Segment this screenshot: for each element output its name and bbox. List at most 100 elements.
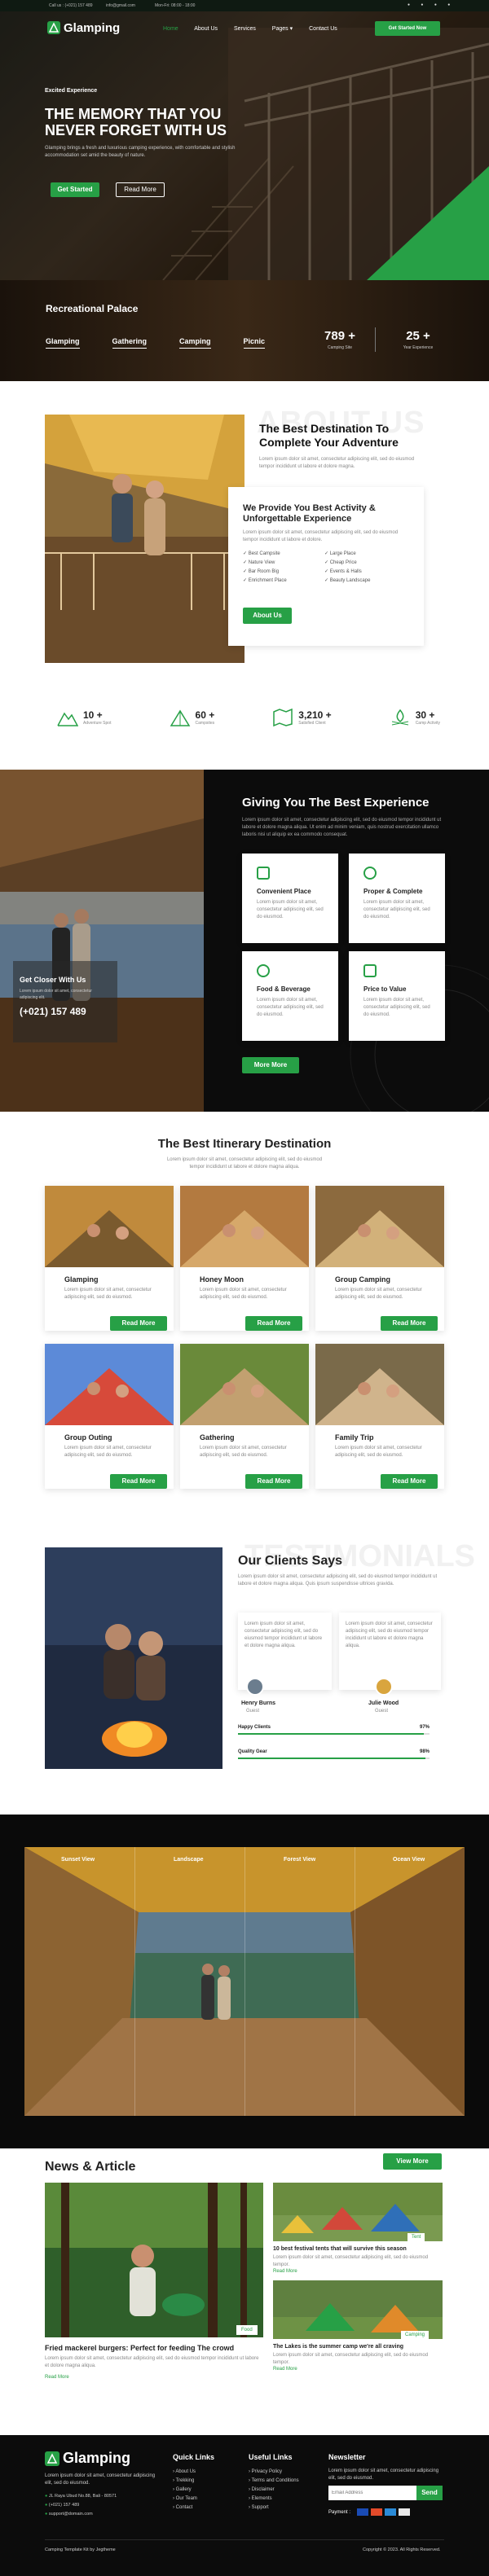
- news-read-more[interactable]: Read More: [273, 2269, 297, 2274]
- email-line[interactable]: ● support@domain.com: [45, 2510, 117, 2519]
- nav-pages[interactable]: Pages: [272, 26, 289, 32]
- itinerary-title[interactable]: Gathering: [200, 1432, 235, 1443]
- clients-image: [45, 1547, 222, 1769]
- nav-about[interactable]: About Us: [194, 26, 218, 32]
- stat-label: Year Experience: [403, 345, 434, 350]
- nav-menu: Home About Us Services Pages ▾ Contact Us: [163, 25, 337, 32]
- hero-kicker: Excited Experience: [45, 88, 98, 94]
- news-tag[interactable]: Camping: [401, 2331, 430, 2339]
- view-label[interactable]: Forest View: [284, 1857, 315, 1863]
- send-button[interactable]: Send: [416, 2486, 443, 2500]
- itinerary-card: Family Trip Lorem ipsum dolor sit amet, …: [315, 1344, 444, 1489]
- phone-line[interactable]: ● (+021) 157 489: [45, 2501, 117, 2510]
- reviewer-name: Julie Wood: [368, 1701, 399, 1706]
- news-tag[interactable]: Tent: [408, 2233, 425, 2241]
- read-more-button[interactable]: Read More: [116, 182, 165, 197]
- get-closer-phone[interactable]: (+021) 157 489: [20, 1006, 86, 1017]
- counter-label: Camp Activity: [415, 721, 440, 726]
- get-started-button[interactable]: Get Started: [51, 182, 99, 197]
- progress-fill: [238, 1758, 426, 1759]
- more-button[interactable]: More More: [242, 1057, 299, 1073]
- progress-happy: Happy Clients 97%: [238, 1725, 430, 1735]
- nav-home[interactable]: Home: [163, 26, 178, 32]
- progress-value: 98%: [419, 1749, 430, 1754]
- payment-label: Payment :: [328, 2510, 351, 2515]
- review-quote: Lorem ipsum dolor sit amet, consectetur …: [346, 1622, 433, 1648]
- read-more-button[interactable]: Read More: [381, 1316, 438, 1331]
- news-read-more[interactable]: Read More: [45, 2375, 69, 2380]
- nav-services[interactable]: Services: [234, 26, 256, 32]
- footer-link[interactable]: › Terms and Conditions: [249, 2477, 299, 2486]
- itinerary-title[interactable]: Family Trip: [335, 1432, 374, 1443]
- footer-link[interactable]: › Gallery: [173, 2486, 197, 2495]
- footer-link[interactable]: › About Us: [173, 2468, 197, 2477]
- feature-card-convenient: Convenient Place Lorem ipsum dolor sit a…: [242, 854, 338, 943]
- itinerary-text: Lorem ipsum dolor sit amet, consectetur …: [64, 1446, 152, 1458]
- phone-icon: ●: [45, 2503, 48, 2508]
- quick-links-title: Quick Links: [173, 2453, 215, 2461]
- news-side-title[interactable]: The Lakes is the summer camp we're all c…: [273, 2344, 443, 2350]
- read-more-button[interactable]: Read More: [245, 1474, 302, 1489]
- footer-link[interactable]: › Disclaimer: [249, 2486, 299, 2495]
- tab-gathering[interactable]: Gathering: [112, 337, 148, 349]
- itinerary-title[interactable]: Honey Moon: [200, 1274, 244, 1285]
- read-more-button[interactable]: Read More: [110, 1474, 167, 1489]
- footer-logo[interactable]: Glamping: [45, 2450, 130, 2467]
- experience-title: Giving You The Best Experience: [242, 796, 430, 810]
- news-title: News & Article: [45, 2160, 136, 2174]
- progress-label: Happy Clients: [238, 1725, 271, 1730]
- list-item: ✓ Events & Halls: [324, 569, 362, 574]
- tab-picnic[interactable]: Picnic: [243, 337, 266, 349]
- about-list: ✓ Best Campsite ✓ Large Place ✓ Nature V…: [243, 551, 406, 583]
- footer-link[interactable]: › Support: [249, 2504, 299, 2512]
- read-more-button[interactable]: Read More: [110, 1316, 167, 1331]
- counter-label: Satisfied Client: [298, 721, 326, 726]
- useful-links-title: Useful Links: [249, 2453, 293, 2461]
- reviewer-role: Guest: [375, 1709, 389, 1714]
- tab-camping[interactable]: Camping: [179, 337, 211, 349]
- itinerary-title[interactable]: Group Outing: [64, 1432, 112, 1443]
- mastercard-icon: [371, 2508, 382, 2516]
- logo[interactable]: Glamping: [47, 20, 120, 36]
- logo-text: Glamping: [63, 2450, 131, 2466]
- itinerary-title[interactable]: Group Camping: [335, 1274, 390, 1285]
- itinerary-text: Lorem ipsum dolor sit amet, consectetur …: [64, 1288, 152, 1300]
- about-us-button[interactable]: About Us: [243, 608, 292, 624]
- recreational-tabs: Glamping Gathering Camping Picnic: [46, 337, 266, 349]
- news-read-more[interactable]: Read More: [273, 2367, 297, 2372]
- itinerary-text: Lorem ipsum dolor sit amet, consectetur …: [335, 1446, 422, 1458]
- counter-value: 10 +: [83, 709, 103, 721]
- itinerary-title[interactable]: Glamping: [64, 1274, 99, 1285]
- get-started-now-button[interactable]: Get Started Now: [375, 21, 440, 36]
- payment-icons: [357, 2508, 410, 2516]
- footer-link[interactable]: › Elements: [249, 2495, 299, 2504]
- view-label[interactable]: Sunset View: [61, 1857, 95, 1863]
- price-icon: [363, 964, 377, 977]
- social-icons[interactable]: ● ● ● ●: [408, 2, 455, 7]
- nav-contact[interactable]: Contact Us: [309, 26, 337, 32]
- progress-label: Quality Gear: [238, 1749, 267, 1754]
- newsletter-email-input[interactable]: [328, 2486, 416, 2500]
- stat-label: Camping Site: [327, 345, 352, 350]
- view-more-button[interactable]: View More: [383, 2153, 442, 2170]
- visa-icon: [357, 2508, 368, 2516]
- itinerary-image: [180, 1186, 309, 1267]
- footer-link[interactable]: › Privacy Policy: [249, 2468, 299, 2477]
- footer-link[interactable]: › Our Team: [173, 2495, 197, 2504]
- tab-glamping[interactable]: Glamping: [46, 337, 80, 349]
- news-tag[interactable]: Food: [236, 2325, 258, 2335]
- footer-link[interactable]: › Trekking: [173, 2477, 197, 2486]
- read-more-button[interactable]: Read More: [381, 1474, 438, 1489]
- footer-link[interactable]: › Contact: [173, 2504, 197, 2512]
- read-more-button[interactable]: Read More: [245, 1316, 302, 1331]
- view-label[interactable]: Ocean View: [393, 1857, 425, 1863]
- logo-icon: [45, 2451, 59, 2466]
- view-label[interactable]: Landscape: [174, 1857, 204, 1863]
- experience-text: Lorem ipsum dolor sit amet, consectetur …: [242, 818, 442, 837]
- itinerary-title: The Best Itinerary Destination: [157, 1137, 332, 1151]
- news-side-title[interactable]: 10 best festival tents that will survive…: [273, 2246, 443, 2252]
- hero-body: Glamping brings a fresh and luxurious ca…: [45, 146, 236, 158]
- amex-icon: [399, 2508, 410, 2516]
- recreational-title: Recreational Palace: [46, 303, 139, 314]
- news-main-title[interactable]: Fried mackerel burgers: Perfect for feed…: [45, 2344, 263, 2352]
